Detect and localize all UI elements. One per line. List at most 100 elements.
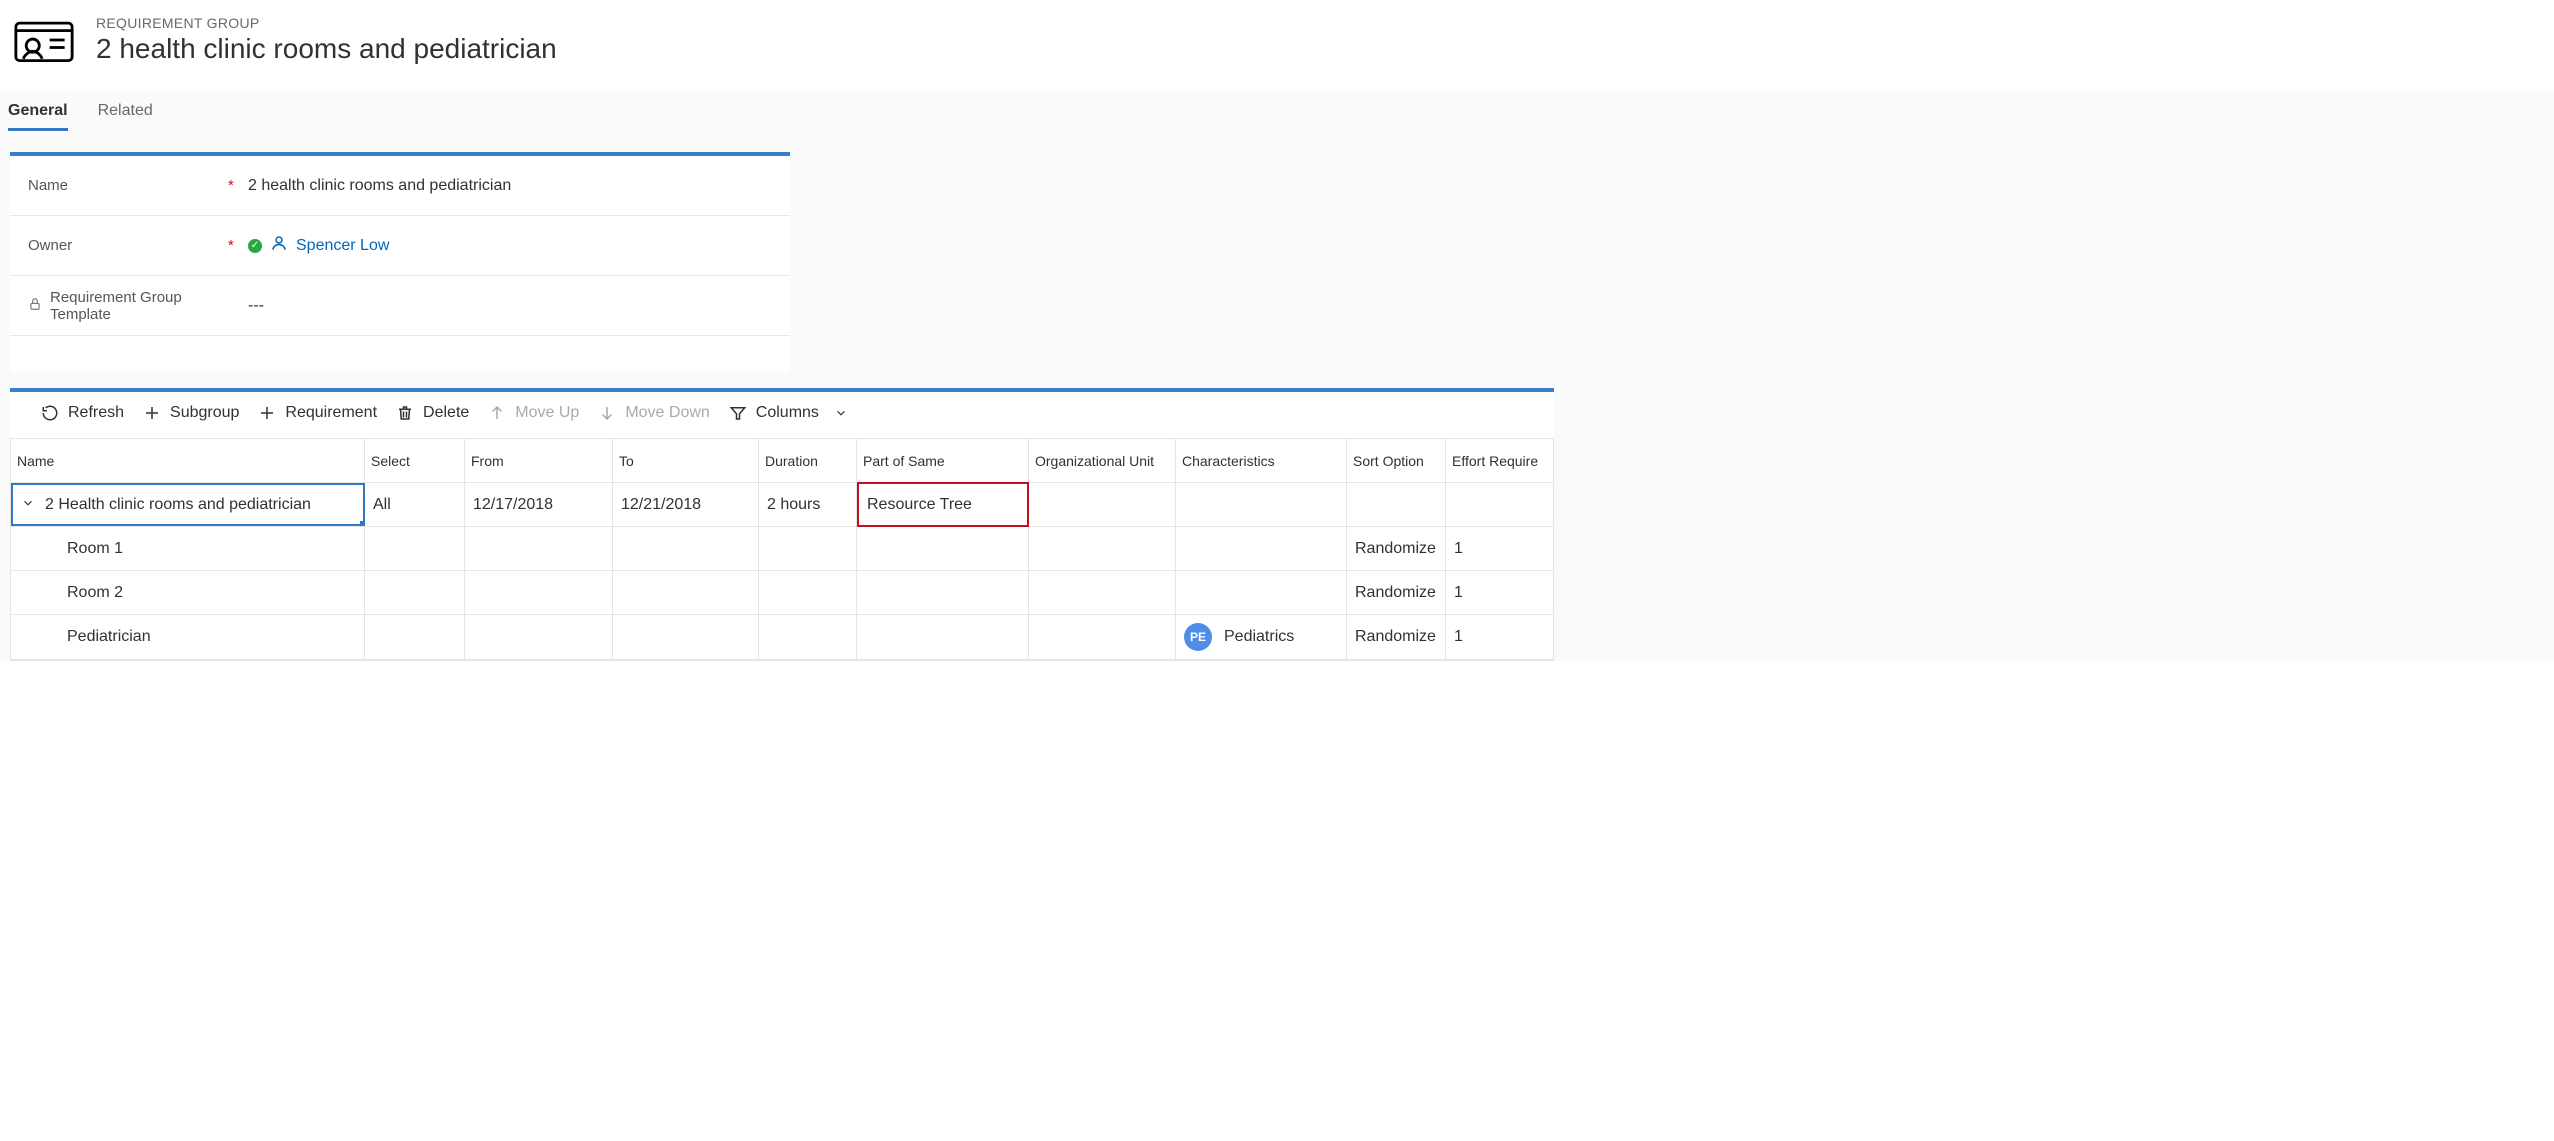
characteristic-text: Pediatrics — [1224, 628, 1294, 646]
subgroup-button[interactable]: Subgroup — [142, 404, 239, 422]
cell-sort[interactable]: Randomize — [1347, 615, 1446, 659]
chevron-down-icon[interactable] — [21, 496, 35, 513]
cell-from[interactable]: 12/17/2018 — [465, 483, 613, 526]
table-row[interactable]: 2 Health clinic rooms and pediatrician A… — [11, 483, 1553, 527]
person-icon — [270, 234, 288, 257]
cell-name[interactable]: Room 2 — [11, 571, 365, 614]
cell-effort[interactable]: 1 — [1446, 571, 1552, 614]
cell-org[interactable] — [1029, 483, 1176, 526]
col-to[interactable]: To — [613, 439, 759, 482]
tab-related[interactable]: Related — [98, 92, 153, 131]
columns-button[interactable]: Columns — [728, 404, 851, 422]
col-char[interactable]: Characteristics — [1176, 439, 1347, 482]
table-row[interactable]: Room 2 Randomize 1 — [11, 571, 1553, 615]
subgroup-label: Subgroup — [170, 404, 239, 422]
cell-char[interactable] — [1176, 527, 1347, 570]
cell-to[interactable] — [613, 571, 759, 614]
entity-icon — [12, 8, 76, 72]
field-row-owner: Owner * ✓ Spencer Low — [10, 216, 790, 276]
template-label: Requirement Group Template — [28, 289, 228, 323]
cell-sort[interactable]: Randomize — [1347, 571, 1446, 614]
cell-name-text: 2 Health clinic rooms and pediatrician — [45, 496, 311, 514]
cell-part[interactable] — [857, 615, 1029, 659]
cell-char[interactable]: PE Pediatrics — [1176, 615, 1347, 659]
cell-select[interactable] — [365, 527, 465, 570]
cell-duration[interactable] — [759, 615, 857, 659]
cell-from[interactable] — [465, 615, 613, 659]
cell-part[interactable] — [857, 571, 1029, 614]
cell-sort[interactable]: Randomize — [1347, 527, 1446, 570]
owner-link[interactable]: Spencer Low — [296, 237, 389, 255]
col-select[interactable]: Select — [365, 439, 465, 482]
characteristic-badge: PE — [1184, 623, 1212, 651]
cell-org[interactable] — [1029, 615, 1176, 659]
required-indicator: * — [228, 177, 248, 194]
requirement-label: Requirement — [285, 404, 377, 422]
col-effort[interactable]: Effort Require — [1446, 439, 1552, 482]
cell-duration[interactable]: 2 hours — [759, 483, 857, 526]
cell-duration[interactable] — [759, 527, 857, 570]
plus-icon — [142, 404, 162, 422]
requirements-section: Refresh Subgroup Requirement — [10, 388, 1554, 661]
col-part[interactable]: Part of Same — [857, 439, 1029, 482]
requirements-grid: Name Select From To Duration Part of Sam… — [10, 438, 1554, 661]
cell-from[interactable] — [465, 571, 613, 614]
cell-effort[interactable]: 1 — [1446, 527, 1552, 570]
trash-icon — [395, 404, 415, 422]
arrow-down-icon — [597, 404, 617, 422]
columns-label: Columns — [756, 404, 819, 422]
cell-duration[interactable] — [759, 571, 857, 614]
plus-icon — [257, 404, 277, 422]
template-label-text: Requirement Group Template — [50, 289, 228, 323]
general-panel: Name * 2 health clinic rooms and pediatr… — [10, 152, 790, 372]
cell-from[interactable] — [465, 527, 613, 570]
grid-toolbar: Refresh Subgroup Requirement — [10, 392, 1554, 434]
owner-value[interactable]: ✓ Spencer Low — [248, 234, 772, 257]
col-duration[interactable]: Duration — [759, 439, 857, 482]
cell-org[interactable] — [1029, 571, 1176, 614]
cell-name[interactable]: Pediatrician — [11, 615, 365, 659]
tab-general[interactable]: General — [8, 92, 68, 131]
cell-select[interactable] — [365, 571, 465, 614]
delete-label: Delete — [423, 404, 469, 422]
cell-name[interactable]: Room 1 — [11, 527, 365, 570]
col-from[interactable]: From — [465, 439, 613, 482]
cell-char[interactable] — [1176, 483, 1347, 526]
field-row-name: Name * 2 health clinic rooms and pediatr… — [10, 156, 790, 216]
cell-name[interactable]: 2 Health clinic rooms and pediatrician — [11, 483, 365, 526]
table-row[interactable]: Pediatrician PE Pediatrics Randomize 1 — [11, 615, 1553, 660]
col-name[interactable]: Name — [11, 439, 365, 482]
name-value[interactable]: 2 health clinic rooms and pediatrician — [248, 177, 772, 195]
movedown-label: Move Down — [625, 404, 709, 422]
refresh-icon — [40, 404, 60, 422]
cell-effort[interactable]: 1 — [1446, 615, 1552, 659]
chevron-down-icon — [831, 406, 851, 420]
cell-select[interactable]: All — [365, 483, 465, 526]
cell-to[interactable]: 12/21/2018 — [613, 483, 759, 526]
arrow-up-icon — [487, 404, 507, 422]
name-label: Name — [28, 177, 228, 194]
moveup-button[interactable]: Move Up — [487, 404, 579, 422]
cell-effort[interactable] — [1446, 483, 1552, 526]
cell-select[interactable] — [365, 615, 465, 659]
cell-part[interactable] — [857, 527, 1029, 570]
owner-label: Owner — [28, 237, 228, 254]
cell-to[interactable] — [613, 615, 759, 659]
col-org[interactable]: Organizational Unit — [1029, 439, 1176, 482]
cell-org[interactable] — [1029, 527, 1176, 570]
cell-to[interactable] — [613, 527, 759, 570]
field-row-template: Requirement Group Template --- — [10, 276, 790, 336]
requirement-button[interactable]: Requirement — [257, 404, 377, 422]
template-value[interactable]: --- — [248, 297, 772, 315]
filter-icon — [728, 404, 748, 422]
cell-part[interactable]: Resource Tree — [857, 482, 1029, 527]
movedown-button[interactable]: Move Down — [597, 404, 709, 422]
delete-button[interactable]: Delete — [395, 404, 469, 422]
cell-char[interactable] — [1176, 571, 1347, 614]
tab-strip: General Related — [0, 92, 2554, 132]
refresh-button[interactable]: Refresh — [40, 404, 124, 422]
table-row[interactable]: Room 1 Randomize 1 — [11, 527, 1553, 571]
moveup-label: Move Up — [515, 404, 579, 422]
cell-sort[interactable] — [1347, 483, 1446, 526]
col-sort[interactable]: Sort Option — [1347, 439, 1446, 482]
